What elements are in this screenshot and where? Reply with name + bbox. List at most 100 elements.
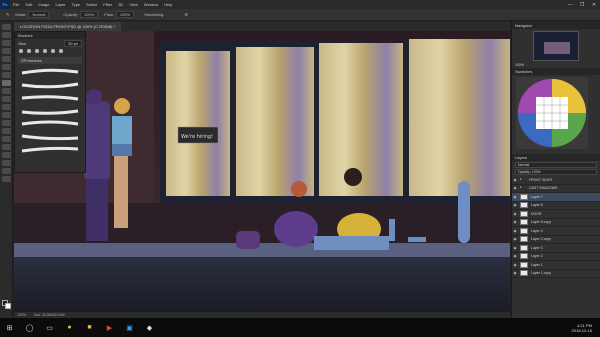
photoshop-taskbar-icon[interactable]: ▣ — [124, 322, 135, 333]
file-explorer-icon[interactable]: ■ — [84, 322, 95, 333]
path-selection-tool-icon[interactable] — [2, 152, 11, 158]
lasso-tool-icon[interactable] — [2, 40, 11, 46]
magic-wand-tool-icon[interactable] — [2, 48, 11, 54]
taskbar-clock[interactable]: 4:21 PM 2018-12-16 — [572, 323, 592, 333]
menu-file[interactable]: File — [10, 2, 22, 7]
visibility-eye-icon[interactable]: ◉ — [512, 195, 518, 199]
menu-image[interactable]: Image — [35, 2, 52, 7]
brush-preset-dot[interactable] — [19, 49, 23, 53]
task-view-icon[interactable]: ▭ — [44, 322, 55, 333]
artwork-canvas[interactable]: We're hiring! — [14, 31, 510, 312]
layer-row[interactable]: ◉ Layer 4 — [512, 227, 600, 236]
visibility-eye-icon[interactable]: ◉ — [512, 220, 518, 224]
hand-tool-icon[interactable] — [2, 168, 11, 174]
brush-tool-icon[interactable] — [2, 80, 11, 86]
visibility-eye-icon[interactable]: ◉ — [512, 237, 518, 241]
menu-3d[interactable]: 3D — [115, 2, 126, 7]
menu-edit[interactable]: Edit — [22, 2, 35, 7]
dodge-tool-icon[interactable] — [2, 128, 11, 134]
layer-row-selected[interactable]: ◉ Layer 7 — [512, 193, 600, 202]
windows-start-icon[interactable]: ⊞ — [4, 322, 15, 333]
visibility-eye-icon[interactable]: ◉ — [512, 186, 518, 190]
layer-opacity[interactable]: Opacity: 100% — [515, 169, 597, 175]
visibility-eye-icon[interactable]: ◉ — [512, 271, 518, 275]
brush-stroke-preview[interactable] — [20, 106, 80, 116]
settings-gear-icon[interactable]: ⚙ — [184, 12, 188, 17]
brush-stroke-preview[interactable] — [20, 67, 80, 77]
layer-row[interactable]: ◉ Layer 1 copy — [512, 270, 600, 278]
menu-type[interactable]: Type — [69, 2, 84, 7]
blur-tool-icon[interactable] — [2, 120, 11, 126]
history-brush-tool-icon[interactable] — [2, 96, 11, 102]
chrome-icon[interactable]: ● — [64, 322, 75, 333]
hiring-sign: We're hiring! — [181, 134, 213, 140]
brush-preset-dot[interactable] — [35, 49, 39, 53]
visibility-eye-icon[interactable]: ◉ — [512, 246, 518, 250]
layer-row[interactable]: ◉ DOOR — [512, 210, 600, 219]
layer-row[interactable]: ◉ ▸ FRONT SIGHT — [512, 176, 600, 185]
brush-folder[interactable]: ZR brushes — [18, 57, 82, 64]
clone-stamp-tool-icon[interactable] — [2, 88, 11, 94]
mode-select[interactable]: Normal — [28, 11, 50, 18]
navigator-thumbnail[interactable] — [533, 31, 579, 61]
layer-row[interactable]: ◉ Layer 1 — [512, 261, 600, 270]
brush-presets-row[interactable] — [15, 47, 85, 55]
layer-row[interactable]: ◉ Layer 6 — [512, 202, 600, 210]
layer-row[interactable]: ◉ ▸ CAST SHADOWS — [512, 185, 600, 193]
visibility-eye-icon[interactable]: ◉ — [512, 229, 518, 233]
brush-stroke-preview[interactable] — [20, 80, 80, 90]
brush-tool-icon[interactable]: ✎ — [6, 12, 9, 17]
search-icon[interactable]: ◯ — [24, 322, 35, 333]
flow-field[interactable]: 100% — [115, 11, 135, 18]
healing-tool-icon[interactable] — [2, 72, 11, 78]
menu-select[interactable]: Select — [83, 2, 100, 7]
menu-window[interactable]: Window — [141, 2, 161, 7]
visibility-eye-icon[interactable]: ◉ — [512, 254, 518, 258]
menu-view[interactable]: View — [126, 2, 141, 7]
brush-preset-dot[interactable] — [27, 49, 31, 53]
layer-row[interactable]: ◉ Layer 2 — [512, 253, 600, 261]
brush-stroke-preview[interactable] — [20, 93, 80, 103]
brush-stroke-preview[interactable] — [20, 119, 80, 129]
color-wheel[interactable] — [516, 77, 588, 149]
crop-tool-icon[interactable] — [2, 56, 11, 62]
brush-preset-dot[interactable] — [59, 49, 63, 53]
visibility-eye-icon[interactable]: ◉ — [512, 263, 518, 267]
eraser-tool-icon[interactable] — [2, 104, 11, 110]
canvas-area[interactable]: We're hiring! — [14, 31, 510, 312]
brush-preset-dot[interactable] — [43, 49, 47, 53]
move-tool-icon[interactable] — [2, 24, 11, 30]
gradient-tool-icon[interactable] — [2, 112, 11, 118]
brush-stroke-preview[interactable] — [20, 145, 80, 155]
app-taskbar-icon[interactable]: ◆ — [144, 322, 155, 333]
close-button[interactable]: ✕ — [588, 2, 600, 8]
menu-help[interactable]: Help — [161, 2, 175, 7]
brush-preset-dot[interactable] — [51, 49, 55, 53]
maximize-button[interactable]: ❐ — [576, 2, 588, 8]
visibility-eye-icon[interactable]: ◉ — [512, 212, 518, 216]
layer-row[interactable]: ◉ Layer 3 copy — [512, 236, 600, 244]
eyedropper-tool-icon[interactable] — [2, 64, 11, 70]
media-player-icon[interactable]: ▶ — [104, 322, 115, 333]
document-tab-bar: LOCATION PIZZA FRONT.PSD @ 100% (C RGB/8… — [14, 22, 510, 31]
background-color-swatch[interactable] — [5, 303, 11, 309]
type-tool-icon[interactable] — [2, 144, 11, 150]
marquee-tool-icon[interactable] — [2, 32, 11, 38]
menu-filter[interactable]: Filter — [100, 2, 115, 7]
zoom-tool-icon[interactable] — [2, 176, 11, 182]
brush-size-field[interactable]: 30 px — [64, 39, 82, 47]
shape-tool-icon[interactable] — [2, 160, 11, 166]
layer-blend-mode[interactable]: Normal — [515, 162, 597, 168]
visibility-eye-icon[interactable]: ◉ — [512, 178, 518, 182]
menu-layer[interactable]: Layer — [52, 2, 68, 7]
opacity-field[interactable]: 100% — [80, 11, 99, 18]
navigator-zoom-value[interactable]: 100% — [515, 63, 524, 67]
minimize-button[interactable]: — — [564, 2, 576, 8]
document-tab[interactable]: LOCATION PIZZA FRONT.PSD @ 100% (C RGB/8… — [14, 22, 122, 31]
pen-tool-icon[interactable] — [2, 136, 11, 142]
status-zoom[interactable]: 100% — [17, 313, 26, 317]
layer-row[interactable]: ◉ Layer 3 — [512, 244, 600, 253]
visibility-eye-icon[interactable]: ◉ — [512, 203, 518, 207]
brush-stroke-preview[interactable] — [20, 132, 80, 142]
layer-row[interactable]: ◉ Layer 5 copy — [512, 219, 600, 227]
